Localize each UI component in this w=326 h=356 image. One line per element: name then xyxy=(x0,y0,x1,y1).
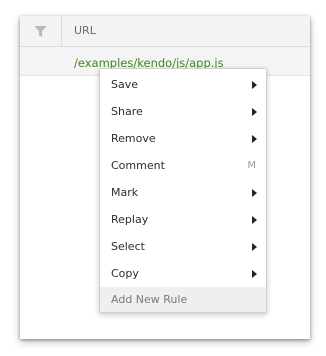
menu-item-label: Remove xyxy=(111,132,156,145)
menu-item-share[interactable]: Share xyxy=(100,98,266,125)
menu-item-label: Select xyxy=(111,240,145,253)
context-menu: Save Share Remove Comment M Mark Replay … xyxy=(99,68,267,313)
submenu-arrow-icon xyxy=(252,135,257,143)
menu-item-copy[interactable]: Copy xyxy=(100,260,266,287)
menu-item-save[interactable]: Save xyxy=(100,71,266,98)
menu-item-mark[interactable]: Mark xyxy=(100,179,266,206)
submenu-arrow-icon xyxy=(252,270,257,278)
shortcut-hint: M xyxy=(247,160,256,171)
menu-item-remove[interactable]: Remove xyxy=(100,125,266,152)
grid-header: URL xyxy=(20,16,310,47)
menu-item-label: Comment xyxy=(111,159,165,172)
menu-item-replay[interactable]: Replay xyxy=(100,206,266,233)
submenu-arrow-icon xyxy=(252,243,257,251)
filter-icon xyxy=(34,25,47,38)
menu-item-label: Copy xyxy=(111,267,139,280)
submenu-arrow-icon xyxy=(252,189,257,197)
menu-item-label: Mark xyxy=(111,186,139,199)
menu-item-label: Save xyxy=(111,78,139,91)
submenu-arrow-icon xyxy=(252,81,257,89)
submenu-arrow-icon xyxy=(252,216,257,224)
add-new-rule-button[interactable]: Add New Rule xyxy=(100,287,266,312)
filter-button[interactable] xyxy=(20,16,62,46)
submenu-arrow-icon xyxy=(252,108,257,116)
menu-item-label: Replay xyxy=(111,213,149,226)
menu-item-label: Share xyxy=(111,105,143,118)
url-column-header[interactable]: URL xyxy=(74,16,96,46)
menu-item-comment[interactable]: Comment M xyxy=(100,152,266,179)
menu-item-select[interactable]: Select xyxy=(100,233,266,260)
add-new-rule-label: Add New Rule xyxy=(111,293,188,306)
